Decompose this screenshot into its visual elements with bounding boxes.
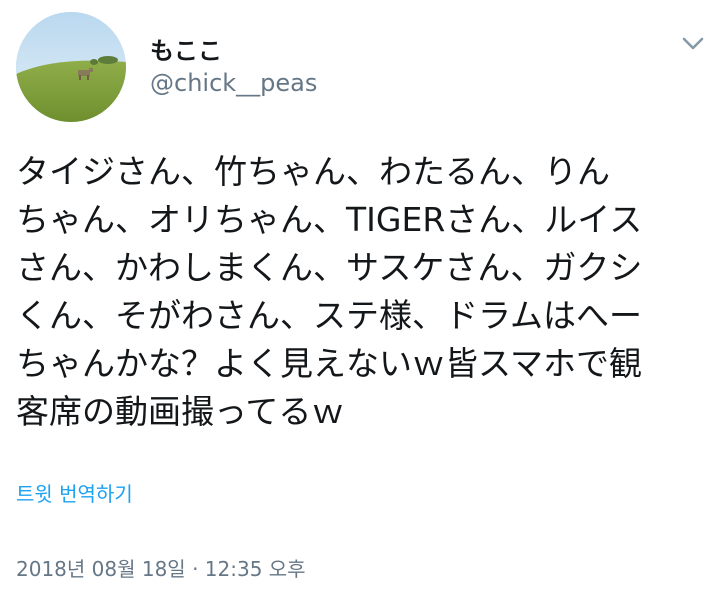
- user-info[interactable]: もここ @chick__peas: [150, 36, 317, 98]
- avatar-image: [16, 12, 126, 122]
- user-handle[interactable]: @chick__peas: [150, 68, 317, 98]
- chevron-down-icon[interactable]: [680, 30, 706, 56]
- display-name[interactable]: もここ: [150, 36, 317, 66]
- avatar[interactable]: [16, 12, 126, 122]
- tweet-timestamp[interactable]: 2018년 08월 18일 · 12:35 오후: [16, 553, 306, 582]
- tweet-text: タイジさん、竹ちゃん、わたるん、りん ちゃん、オリちゃん、TIGERさん、ルイス…: [16, 152, 643, 431]
- translate-tweet-link[interactable]: 트윗 번역하기: [16, 478, 133, 507]
- tweet-card: もここ @chick__peas タイジさん、竹ちゃん、わたるん、りん ちゃん、…: [0, 0, 720, 591]
